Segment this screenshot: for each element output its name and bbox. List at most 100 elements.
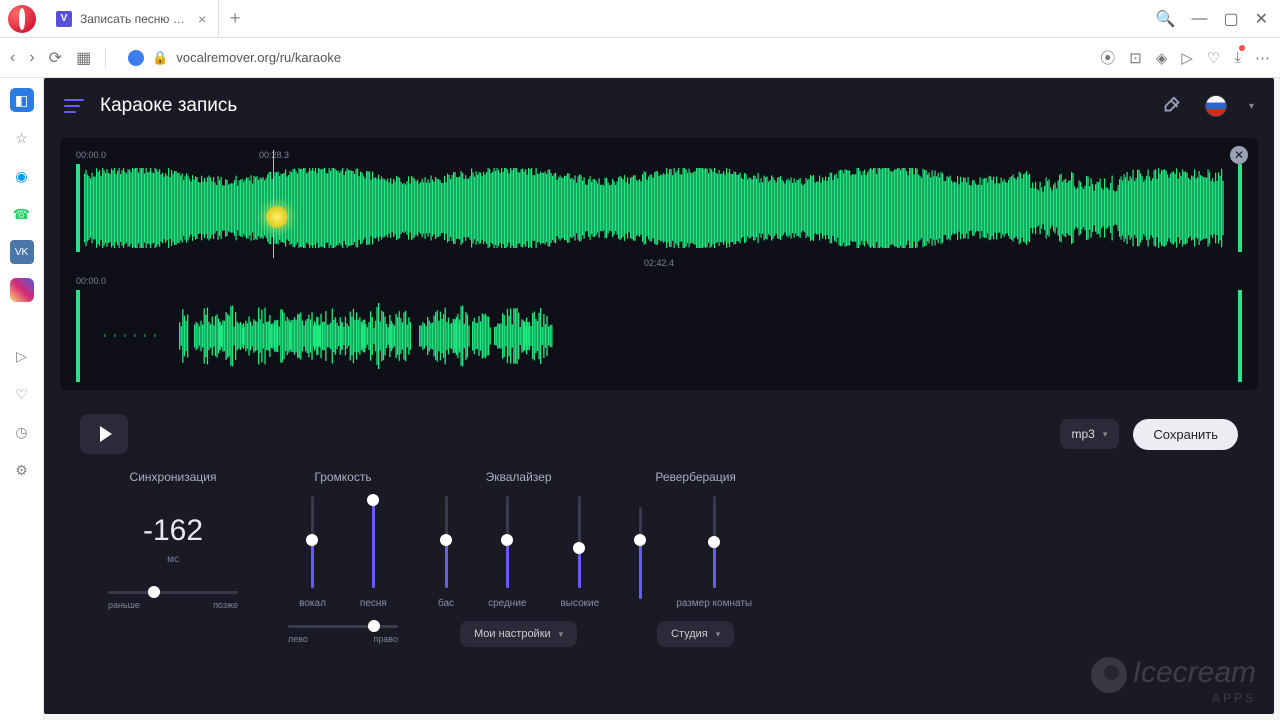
new-tab-button[interactable]: + <box>219 0 251 37</box>
timeline-mid-label: 02:42.4 <box>76 256 1242 276</box>
balance-label-right: право <box>373 634 398 644</box>
opera-logo-icon[interactable] <box>8 5 36 33</box>
reverb-slider-track-1[interactable] <box>713 496 716 588</box>
eq-slider-0: бас <box>438 496 454 609</box>
panel-volume: Громкость вокал песня <box>288 470 398 644</box>
minimize-icon[interactable]: — <box>1191 10 1207 28</box>
sync-label-right: позже <box>213 600 238 610</box>
waveform-pane: ✕ 00:00.0 00:28.3 02:42.4 00:0 <box>60 138 1258 390</box>
play-button[interactable] <box>80 414 128 454</box>
save-button[interactable]: Сохранить <box>1133 419 1238 450</box>
browser-tab[interactable]: V Записать песню – караок × <box>44 0 219 37</box>
balance-slider-thumb[interactable] <box>368 620 380 632</box>
back-icon[interactable]: ‹ <box>10 49 15 67</box>
format-dropdown[interactable]: mp3▾ <box>1060 419 1120 449</box>
sidebar-bookmark-icon[interactable]: ☆ <box>10 126 34 150</box>
sidebar-whatsapp-icon[interactable]: ☎ <box>10 202 34 226</box>
app-root: Караоке запись ▾ ✕ 00:00.0 00:28.3 <box>44 78 1274 714</box>
reverb-slider-thumb-0[interactable] <box>634 534 646 546</box>
share-icon[interactable] <box>1161 95 1183 117</box>
volume-slider-thumb-1[interactable] <box>367 494 379 506</box>
address-bar[interactable]: 🔒 vocalremover.org/ru/karaoke <box>120 50 1086 66</box>
sync-value: -162 <box>143 514 203 548</box>
eq-slider-track-1[interactable] <box>506 496 509 588</box>
reverb-slider-track-0[interactable] <box>639 507 642 599</box>
sync-slider[interactable] <box>108 591 238 594</box>
reverb-preset-dropdown[interactable]: Студия▾ <box>657 621 734 647</box>
volume-slider-label-0: вокал <box>299 598 326 609</box>
sidebar-heart-icon[interactable]: ♡ <box>10 382 34 406</box>
sync-label-left: раньше <box>108 600 140 610</box>
heart-icon[interactable]: ♡ <box>1207 49 1220 67</box>
tab-close-icon[interactable]: × <box>198 11 206 27</box>
sidebar-settings-icon[interactable]: ⚙ <box>10 458 34 482</box>
ext-play-icon[interactable]: ▷ <box>1181 49 1193 67</box>
watermark-logo-icon <box>1091 657 1127 693</box>
eq-slider-thumb-1[interactable] <box>501 534 513 546</box>
browser-titlebar: V Записать песню – караок × + 🔍 — ▢ ✕ <box>0 0 1280 38</box>
panel-reverb-title: Реверберация <box>655 470 736 484</box>
chevron-down-icon: ▾ <box>559 629 564 640</box>
panel-eq: Эквалайзер бас средние <box>438 470 599 647</box>
volume-slider-track-0[interactable] <box>311 496 314 588</box>
sync-slider-thumb[interactable] <box>148 586 160 598</box>
eq-slider-1: средние <box>488 496 526 609</box>
eq-slider-thumb-0[interactable] <box>440 534 452 546</box>
volume-slider-thumb-0[interactable] <box>306 534 318 546</box>
panel-reverb: Реверберация размер комнаты Студия▾ <box>639 470 752 647</box>
chevron-down-icon: ▾ <box>1103 429 1108 440</box>
site-favicon-icon <box>128 50 144 66</box>
lock-icon: 🔒 <box>152 50 168 66</box>
track-start-handle[interactable] <box>76 164 80 252</box>
sidebar-history-icon[interactable]: ◷ <box>10 420 34 444</box>
menu-icon[interactable] <box>64 99 84 113</box>
controls-bar: mp3▾ Сохранить Синхронизация -162 мс ран… <box>60 406 1258 647</box>
sidebar-instagram-icon[interactable] <box>10 278 34 302</box>
eq-preset-dropdown[interactable]: Мои настройки▾ <box>460 621 577 647</box>
page-title: Караоке запись <box>100 95 237 117</box>
easy-setup-icon[interactable]: ⋯ <box>1255 49 1270 67</box>
window-close-icon[interactable]: ✕ <box>1255 9 1268 29</box>
reverb-slider-1: размер комнаты <box>676 496 752 609</box>
track-end-handle[interactable] <box>1238 164 1242 252</box>
maximize-icon[interactable]: ▢ <box>1223 9 1238 29</box>
tab-favicon-icon: V <box>56 11 72 27</box>
search-window-icon[interactable]: 🔍 <box>1156 9 1176 29</box>
volume-slider-0: вокал <box>299 496 326 609</box>
track-end-handle[interactable] <box>1238 290 1242 382</box>
eq-slider-thumb-2[interactable] <box>573 542 585 554</box>
speed-dial-icon[interactable]: ▦ <box>76 48 91 68</box>
panel-sync-title: Синхронизация <box>130 470 217 484</box>
panel-sync: Синхронизация -162 мс раньше позже <box>98 470 248 610</box>
sidebar-messenger-icon[interactable]: ◉ <box>10 164 34 188</box>
reload-icon[interactable]: ⟳ <box>49 48 62 68</box>
download-icon[interactable]: ⤓ <box>1234 49 1241 66</box>
watermark: Icecream APPS <box>1091 657 1256 704</box>
track-instrumental[interactable] <box>76 164 1242 252</box>
forward-icon[interactable]: › <box>29 49 34 67</box>
volume-slider-track-1[interactable] <box>372 496 375 588</box>
balance-slider[interactable] <box>288 625 398 628</box>
track-vocal[interactable] <box>76 290 1242 382</box>
reverb-slider-label-1: размер комнаты <box>676 598 752 609</box>
eq-slider-track-0[interactable] <box>445 496 448 588</box>
reverb-slider-thumb-1[interactable] <box>708 536 720 548</box>
eq-slider-track-2[interactable] <box>578 496 581 588</box>
waveform-instrumental <box>84 166 1234 250</box>
url-text: vocalremover.org/ru/karaoke <box>176 50 341 65</box>
language-flag-icon[interactable] <box>1205 95 1227 117</box>
volume-slider-label-1: песня <box>360 598 387 609</box>
ext-snapshot-icon[interactable]: ⊡ <box>1129 49 1142 67</box>
browser-toolbar: ‹ › ⟳ ▦ 🔒 vocalremover.org/ru/karaoke ⦿ … <box>0 38 1280 78</box>
ext-search-icon[interactable]: ⦿ <box>1100 47 1115 68</box>
track-start-handle[interactable] <box>76 290 80 382</box>
sidebar-flow-icon[interactable]: ▷ <box>10 344 34 368</box>
playhead[interactable] <box>273 150 274 258</box>
ext-shield-icon[interactable]: ◈ <box>1156 49 1168 67</box>
eq-slider-label-0: бас <box>438 598 454 609</box>
language-chevron-icon[interactable]: ▾ <box>1249 101 1254 112</box>
panel-eq-title: Эквалайзер <box>486 470 552 484</box>
waveform-vocal <box>84 292 1234 380</box>
sidebar-vk-icon[interactable]: VK <box>10 240 34 264</box>
sidebar-workspace-icon[interactable]: ◧ <box>10 88 34 112</box>
